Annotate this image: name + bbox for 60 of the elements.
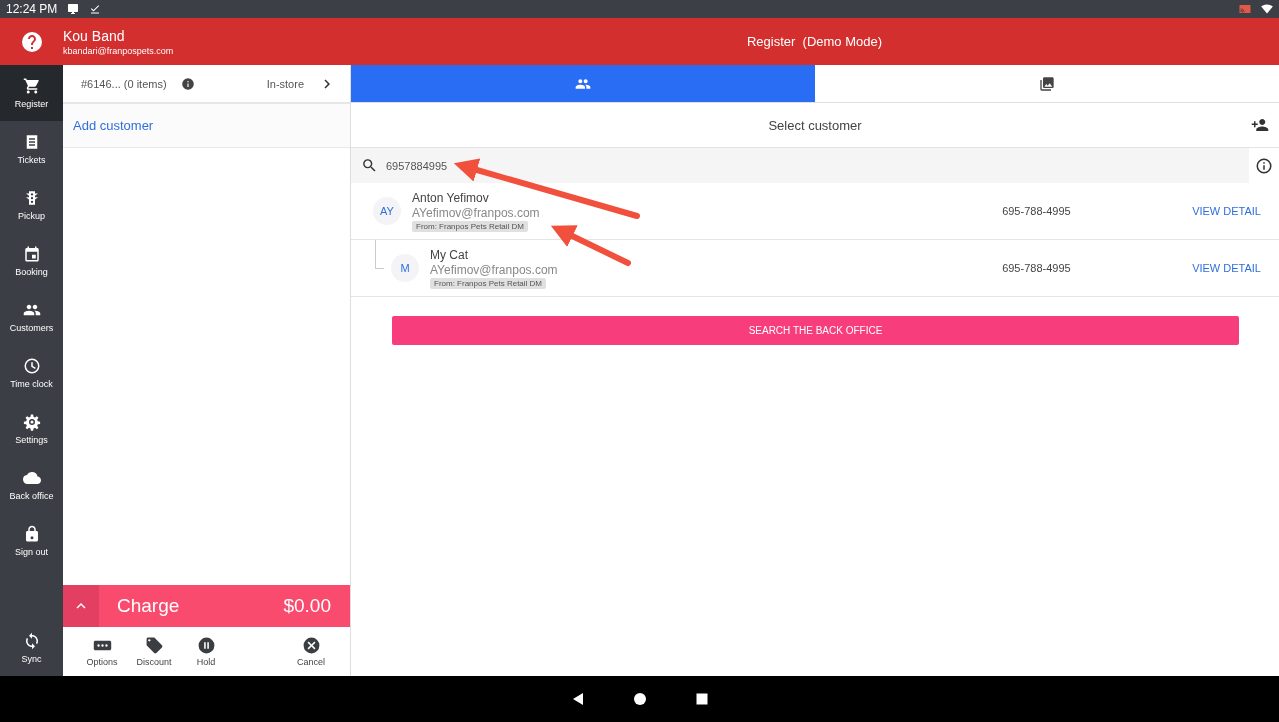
order-summary: #6146... (0 items): [81, 77, 167, 90]
customer-row[interactable]: AY Anton Yefimov AYefimov@franpos.com From: Franpos Pets Retail DM 695-788-4995 VIEW DETAIL: [351, 183, 1279, 240]
cancel-button[interactable]: Cancel: [294, 636, 328, 667]
info-icon[interactable]: [180, 76, 195, 91]
photos-icon: [1039, 75, 1055, 92]
avatar: M: [391, 254, 419, 282]
help-icon[interactable]: [19, 29, 44, 54]
customer-name: My Cat: [430, 247, 469, 262]
sidebar-item[interactable]: Back office: [0, 457, 63, 513]
charge-amount: $0.00: [283, 595, 331, 617]
clock-icon: [22, 357, 41, 375]
user-name: Kou Band: [63, 27, 126, 44]
source-tag: From: Franpos Pets Retail DM: [430, 277, 547, 289]
panel-title: Select customer: [768, 117, 862, 133]
cancel-icon: [301, 636, 321, 655]
discount-button[interactable]: Discount: [137, 636, 171, 667]
calendar-icon: [22, 245, 41, 263]
tag-icon: [144, 636, 164, 655]
sidebar-item[interactable]: Settings: [0, 401, 63, 457]
customer-row[interactable]: M My Cat AYefimov@franpos.com From: Franpos Pets Retail DM 695-788-4995 VIEW DETAIL: [351, 240, 1279, 297]
search-field[interactable]: 6957884995: [351, 148, 1249, 183]
search-back-office-button[interactable]: SEARCH THE BACK OFFICE: [392, 316, 1239, 345]
view-detail-button[interactable]: VIEW DETAIL: [1192, 262, 1261, 274]
sidebar-item[interactable]: Register: [0, 65, 63, 121]
add-customer-link[interactable]: Add customer: [73, 118, 154, 133]
sidebar-item[interactable]: Sync: [0, 620, 63, 676]
status-time: 12:24 PM: [6, 2, 58, 16]
wifi-icon: [1261, 3, 1273, 15]
view-detail-button[interactable]: VIEW DETAIL: [1192, 205, 1261, 217]
customer-email: AYefimov@franpos.com: [412, 205, 541, 220]
hold-button[interactable]: Hold: [189, 636, 223, 667]
settings-icon: [22, 413, 41, 431]
sidebar-item[interactable]: Sign out: [0, 513, 63, 569]
sidebar-item[interactable]: Pickup: [0, 177, 63, 233]
customer-name: Anton Yefimov: [412, 190, 490, 205]
avatar: AY: [373, 197, 401, 225]
sidebar-item[interactable]: Time clock: [0, 345, 63, 401]
search-icon: [361, 157, 378, 174]
recents-icon[interactable]: [694, 692, 709, 706]
sidebar-item[interactable]: Customers: [0, 289, 63, 345]
sidebar-item[interactable]: Tickets: [0, 121, 63, 177]
options-button[interactable]: Options: [85, 636, 119, 667]
add-person-icon[interactable]: [1251, 116, 1269, 134]
customer-phone: 695-788-4995: [1002, 262, 1072, 274]
message-icon: [67, 3, 80, 15]
home-icon[interactable]: [632, 692, 647, 706]
source-tag: From: Franpos Pets Retail DM: [412, 220, 529, 232]
charge-label: Charge: [117, 595, 181, 617]
info-icon[interactable]: [1255, 156, 1273, 175]
order-channel: In-store: [266, 77, 304, 90]
user-email: kbandari@franpospets.com: [63, 45, 175, 56]
pause-icon: [196, 636, 216, 655]
cast-icon: [1239, 3, 1251, 15]
cart-icon: [22, 77, 41, 95]
cloud-icon: [22, 469, 41, 487]
checkmark-icon: [89, 3, 102, 15]
customer-phone: 695-788-4995: [1002, 205, 1072, 217]
sidebar-item[interactable]: Booking: [0, 233, 63, 289]
screen-title: Register (Demo Mode): [745, 34, 884, 49]
customer-email: AYefimov@franpos.com: [430, 262, 559, 277]
